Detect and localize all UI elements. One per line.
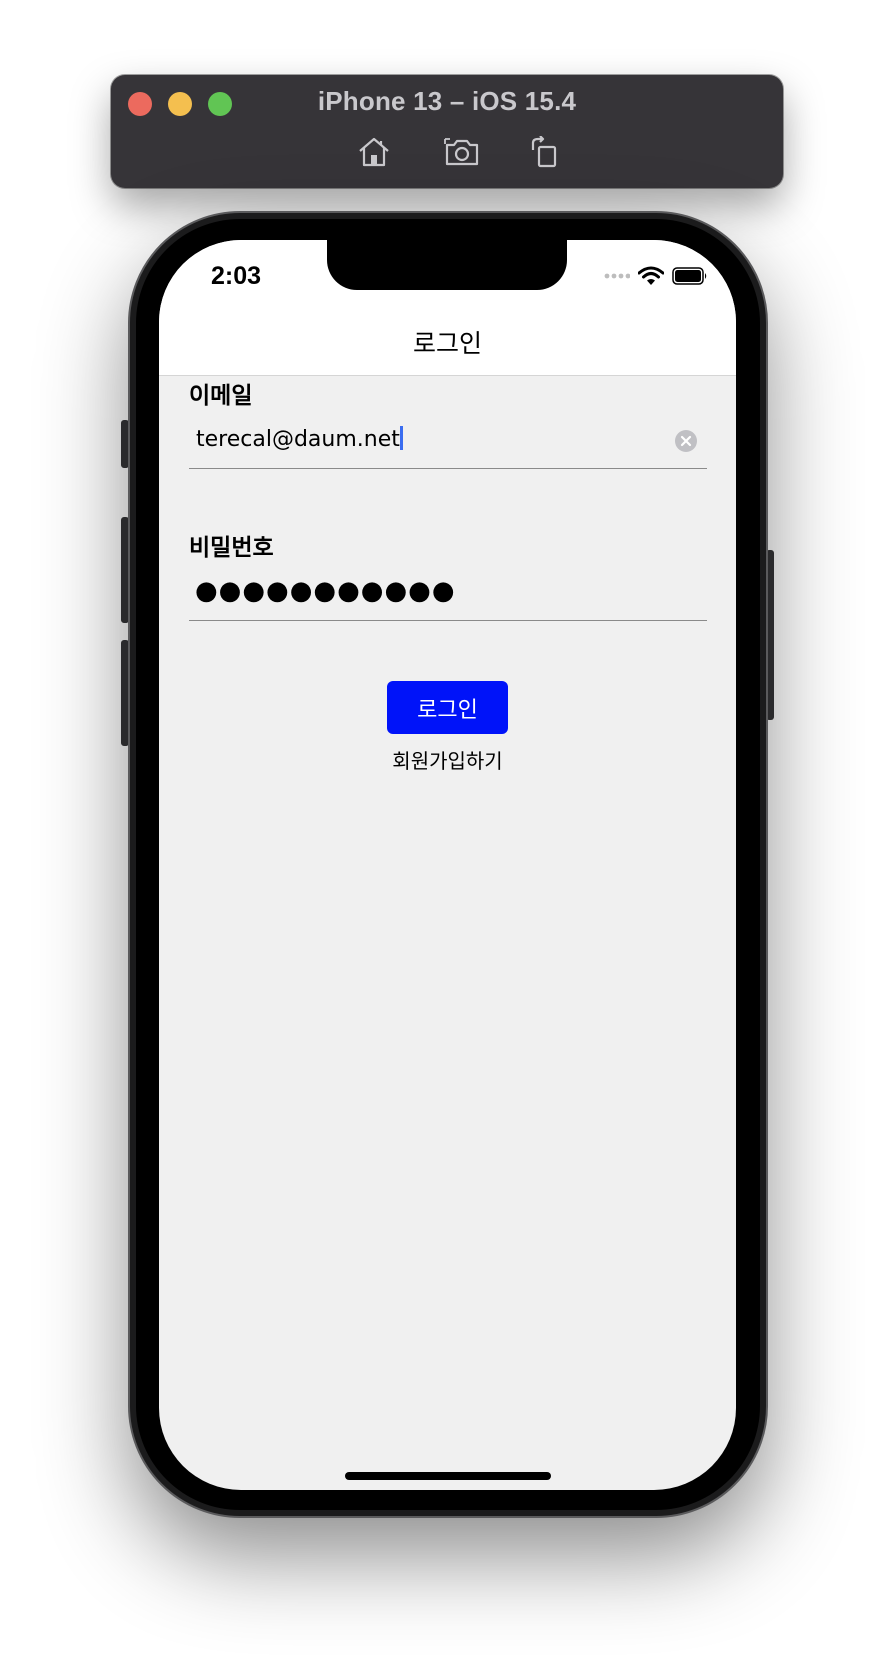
screenshot-icon[interactable] bbox=[444, 136, 480, 168]
status-indicators bbox=[604, 264, 708, 288]
simulator-title: iPhone 13 – iOS 15.4 bbox=[317, 86, 577, 116]
rotate-icon[interactable] bbox=[526, 136, 562, 168]
phone-screen: 2:03 로그인 이메일 terecal@daum.net 비밀번호 ●●●●●… bbox=[159, 240, 736, 1490]
home-indicator[interactable] bbox=[345, 1472, 551, 1480]
notch bbox=[327, 240, 567, 290]
clear-text-button[interactable] bbox=[675, 430, 697, 452]
cellular-signal-icon bbox=[604, 272, 630, 280]
battery-icon bbox=[672, 267, 708, 285]
home-icon[interactable] bbox=[356, 136, 392, 168]
clear-icon bbox=[680, 435, 692, 447]
email-value: terecal@daum.net bbox=[196, 426, 403, 452]
page-title: 로그인 bbox=[412, 329, 482, 358]
wifi-icon bbox=[638, 266, 664, 286]
password-field[interactable]: ●●●●●●●●●●● bbox=[189, 572, 707, 621]
text-cursor bbox=[399, 426, 403, 450]
password-mask: ●●●●●●●●●●● bbox=[195, 576, 456, 606]
password-label: 비밀번호 bbox=[189, 535, 274, 561]
status-time: 2:03 bbox=[211, 262, 262, 290]
email-label: 이메일 bbox=[189, 383, 253, 409]
navigation-bar: 2:03 로그인 bbox=[159, 240, 736, 376]
signup-link[interactable]: 회원가입하기 bbox=[159, 745, 736, 774]
email-field[interactable]: terecal@daum.net bbox=[189, 420, 707, 469]
login-button[interactable]: 로그인 bbox=[387, 681, 508, 734]
